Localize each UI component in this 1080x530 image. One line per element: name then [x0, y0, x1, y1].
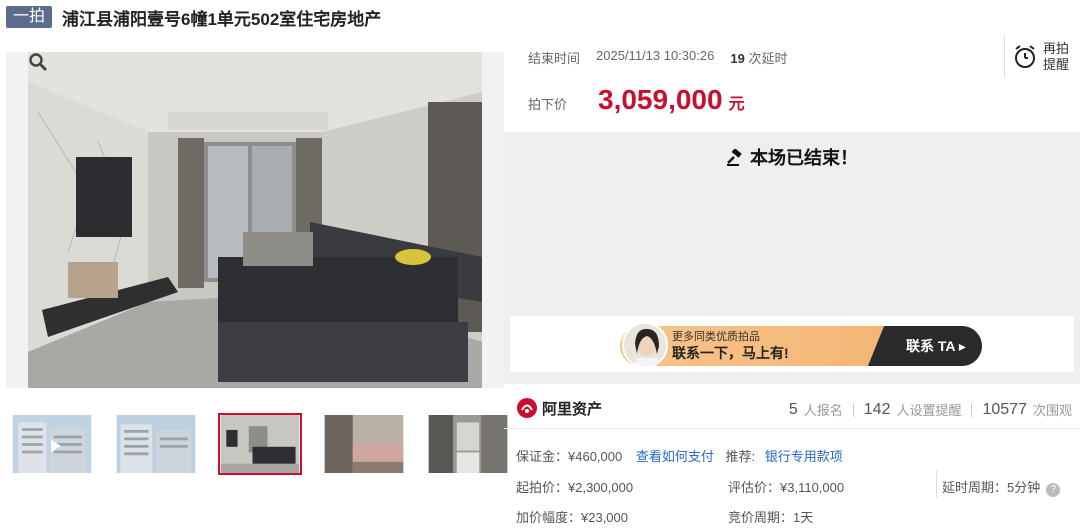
- page-title: 浦江县浦阳壹号6幢1单元502室住宅房地产: [62, 9, 382, 29]
- living-room-photo: [28, 52, 482, 388]
- reminder-count: 142: [863, 400, 891, 418]
- banner-headline: 联系一下，马上有!: [672, 345, 789, 361]
- signup-label: 人报名: [803, 403, 843, 418]
- delay-count: 19: [730, 51, 745, 66]
- thumbnail-building[interactable]: [114, 413, 198, 475]
- living-room-thumbnail-image: [220, 415, 300, 473]
- ali-assets-logo-icon: [517, 398, 537, 418]
- gavel-icon: [727, 149, 742, 166]
- reminder-label: 人设置提醒: [896, 403, 962, 418]
- auction-status-box: 本场已结束！ 更多同类优质拍品 联系一下，马上有! 联系 TA ▸: [504, 132, 1080, 384]
- ali-assets-logo-text: 阿里资产: [542, 400, 603, 418]
- stats-divider: [971, 402, 973, 417]
- ali-assets-logo: 阿里资产: [516, 397, 602, 419]
- deposit-value: 保证金：¥460,000: [516, 449, 623, 464]
- reminder-label-line2: 提醒: [1043, 57, 1070, 72]
- zoom-icon[interactable]: [28, 52, 48, 72]
- reminder-label-line1: 再拍: [1043, 41, 1070, 56]
- thumbnail-video[interactable]: [10, 413, 94, 475]
- bedroom-thumbnail-image: [324, 415, 404, 473]
- auction-ended-status: 本场已结束！: [504, 144, 1080, 170]
- building-thumbnail-image: [116, 415, 196, 473]
- stats-divider: [852, 402, 854, 417]
- banner-subtitle: 更多同类优质拍品: [672, 331, 760, 343]
- end-time-value: 2025/11/13 10:30:26: [596, 48, 715, 63]
- bank-payment-link[interactable]: 银行专用款项: [765, 449, 843, 464]
- final-price-row: 拍下价 3,059,000 元: [528, 84, 745, 116]
- delay-label: 次延时: [748, 51, 788, 66]
- main-photo[interactable]: [6, 52, 504, 388]
- how-to-pay-link[interactable]: 查看如何支付: [636, 449, 714, 464]
- auction-stats-row: 阿里资产 5 人报名 142 人设置提醒 10577 次围观: [504, 389, 1080, 429]
- alarm-clock-icon: [1015, 45, 1035, 68]
- auction-round-badge: 一拍: [6, 6, 53, 28]
- appraisal-price: 评估价：¥3,110,000: [728, 480, 845, 495]
- play-icon: [51, 440, 61, 452]
- end-time-row: 结束时间 2025/11/13 10:30:26 19 次延时: [528, 48, 787, 67]
- signup-count: 5: [788, 400, 798, 418]
- help-icon[interactable]: ?: [1046, 483, 1061, 497]
- contact-agent-label: 联系 TA ▸: [906, 338, 966, 354]
- contact-banner[interactable]: 更多同类优质拍品 联系一下，马上有! 联系 TA ▸: [510, 316, 1074, 372]
- bid-period: 竞价周期：1天: [728, 510, 814, 525]
- deposit-row: 保证金：¥460,000 查看如何支付 推荐: 银行专用款项: [516, 446, 843, 465]
- view-count: 10577: [982, 400, 1027, 418]
- delay-period-row: 延时周期：5分钟?: [942, 477, 1061, 497]
- recommend-label: 推荐:: [725, 449, 756, 464]
- thumbnail-living-room[interactable]: [218, 413, 302, 475]
- thumbnail-bathroom[interactable]: [426, 413, 510, 475]
- end-time-label: 结束时间: [528, 51, 581, 66]
- start-price: 起拍价：¥2,300,000: [516, 480, 634, 495]
- thumbnail-bedroom[interactable]: [322, 413, 406, 475]
- thumbnail-strip: [10, 413, 510, 475]
- final-price-unit: 元: [728, 96, 745, 113]
- bathroom-thumbnail-image: [428, 415, 508, 473]
- participation-stats: 5 人报名 142 人设置提醒 10577 次围观: [789, 400, 1072, 419]
- bid-increment: 加价幅度：¥23,000: [516, 510, 628, 525]
- delay-period: 延时周期：5分钟: [942, 480, 1041, 495]
- final-price-label: 拍下价: [528, 97, 568, 112]
- detail-divider: [936, 470, 937, 498]
- view-label: 次围观: [1032, 403, 1072, 418]
- auction-ended-text: 本场已结束！: [750, 148, 858, 168]
- contact-agent-button[interactable]: 联系 TA ▸: [890, 326, 982, 366]
- final-price-value: 3,059,000: [598, 84, 723, 115]
- agent-avatar: [622, 322, 668, 368]
- re-auction-reminder-button[interactable]: 再拍 提醒: [1004, 36, 1080, 78]
- title-row: 一拍 浦江县浦阳壹号6幢1单元502室住宅房地产: [6, 4, 381, 30]
